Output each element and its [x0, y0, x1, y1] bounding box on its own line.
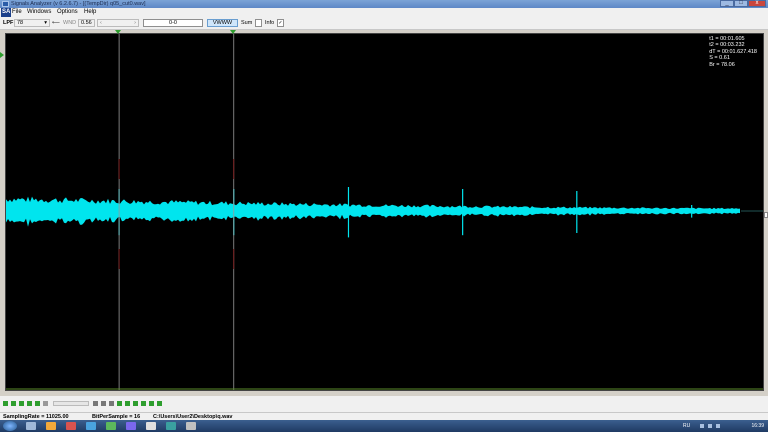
bottom-toolbar [0, 396, 768, 412]
redo-icon[interactable] [133, 401, 138, 406]
taskbar-app-green-icon[interactable] [106, 422, 116, 430]
app-menu-logo[interactable]: SA [1, 8, 12, 17]
cursor-t1-marker-icon[interactable] [115, 30, 122, 34]
menu-bar: SA File Windows Options Help [0, 8, 768, 17]
menu-options[interactable]: Options [57, 8, 78, 17]
status-bar: SamplingRate = 11025.00 BitPerSample = 1… [0, 412, 768, 420]
taskbar-app-media-icon[interactable] [66, 422, 76, 430]
minimize-button[interactable]: _ [720, 0, 734, 7]
undo-icon[interactable] [125, 401, 130, 406]
waveform-plot[interactable]: t1 = 00:01.605 t2 = 00:03.232 dT = 00:01… [5, 33, 764, 391]
title-bar: Signals Analyzer (v 6.2.6.7) - [(TempDir… [0, 0, 768, 8]
wnd-label: WND [63, 20, 77, 26]
taskbar-app-folder-icon[interactable] [46, 422, 56, 430]
filter-select[interactable]: 78 ▾ [14, 19, 50, 27]
zoom-out-icon[interactable] [35, 401, 40, 406]
taskbar-app-explorer-icon[interactable] [26, 422, 36, 430]
waveform-canvas[interactable] [6, 34, 763, 390]
zoom-in-icon[interactable] [27, 401, 32, 406]
menu-file[interactable]: File [12, 8, 22, 17]
taskbar-app-browser-icon[interactable] [86, 422, 96, 430]
range-field[interactable]: 0-0 [143, 19, 203, 27]
taskbar-app-doc-icon[interactable] [146, 422, 156, 430]
info-readout: t1 = 00:01.605 t2 = 00:03.232 dT = 00:01… [709, 36, 757, 68]
taskbar-app-gray-icon[interactable] [186, 422, 196, 430]
marker-icon[interactable] [141, 401, 146, 406]
clock[interactable]: 16:39 [751, 420, 764, 432]
slider[interactable] [53, 401, 89, 406]
toolbar: LPF 78 ▾ ⟵ WND 0.56 ‹ › 0-0 VWWW Sum Inf… [0, 17, 768, 30]
slider-right-icon[interactable]: › [134, 20, 136, 26]
taskbar-app-analyzer-icon[interactable] [166, 422, 176, 430]
wnd-value-field[interactable]: 0.56 [78, 19, 95, 27]
record-icon[interactable] [43, 401, 48, 406]
stop-icon[interactable] [19, 401, 24, 406]
wnd-value: 0.56 [81, 20, 92, 26]
chevron-down-icon: ▾ [44, 20, 47, 26]
cursor-t2-marker-icon[interactable] [229, 30, 236, 34]
paste-icon[interactable] [101, 401, 106, 406]
readout-br: Br = 78.06 [709, 61, 735, 68]
waveform-envelope [6, 196, 740, 227]
range-value: 0-0 [169, 20, 177, 26]
step-icon[interactable] [11, 401, 16, 406]
mode-button-label: VWWW [212, 20, 233, 26]
copy-icon[interactable] [93, 401, 98, 406]
arrow-left-icon[interactable]: ⟵ [52, 19, 60, 28]
check-icon: ✓ [278, 20, 283, 26]
menu-windows[interactable]: Windows [27, 8, 51, 17]
play-icon[interactable] [3, 401, 8, 406]
filter-value: 78 [17, 20, 24, 26]
cut-icon[interactable] [109, 401, 114, 406]
info-checkbox[interactable]: ✓ [277, 19, 284, 27]
start-button[interactable] [3, 421, 17, 431]
mode-button[interactable]: VWWW [207, 19, 238, 27]
marker-all-icon[interactable] [149, 401, 154, 406]
info-label: Info [265, 20, 275, 26]
maximize-button[interactable]: □ [734, 0, 748, 7]
app-icon [2, 1, 9, 7]
position-slider[interactable]: ‹ › [97, 19, 139, 27]
tray-flag-icon[interactable] [716, 424, 720, 428]
tray-network-icon[interactable] [700, 424, 704, 428]
menu-help[interactable]: Help [84, 8, 96, 17]
window-title: Signals Analyzer (v 6.2.6.7) - [(TempDir… [11, 1, 146, 7]
right-handle-icon[interactable] [764, 212, 768, 218]
taskbar-app-purple-icon[interactable] [126, 422, 136, 430]
save-icon[interactable] [117, 401, 122, 406]
level-marker-icon[interactable] [0, 52, 4, 58]
sum-checkbox[interactable] [255, 19, 262, 27]
language-indicator[interactable]: RU [683, 420, 690, 432]
close-button[interactable]: x [748, 0, 766, 7]
sum-label: Sum [241, 20, 253, 26]
tray-volume-icon[interactable] [708, 424, 712, 428]
filter-label: LPF [3, 20, 14, 26]
slider-left-icon[interactable]: ‹ [100, 20, 102, 26]
close-marker-icon[interactable] [157, 401, 162, 406]
taskbar: RU 16:39 [0, 420, 768, 432]
